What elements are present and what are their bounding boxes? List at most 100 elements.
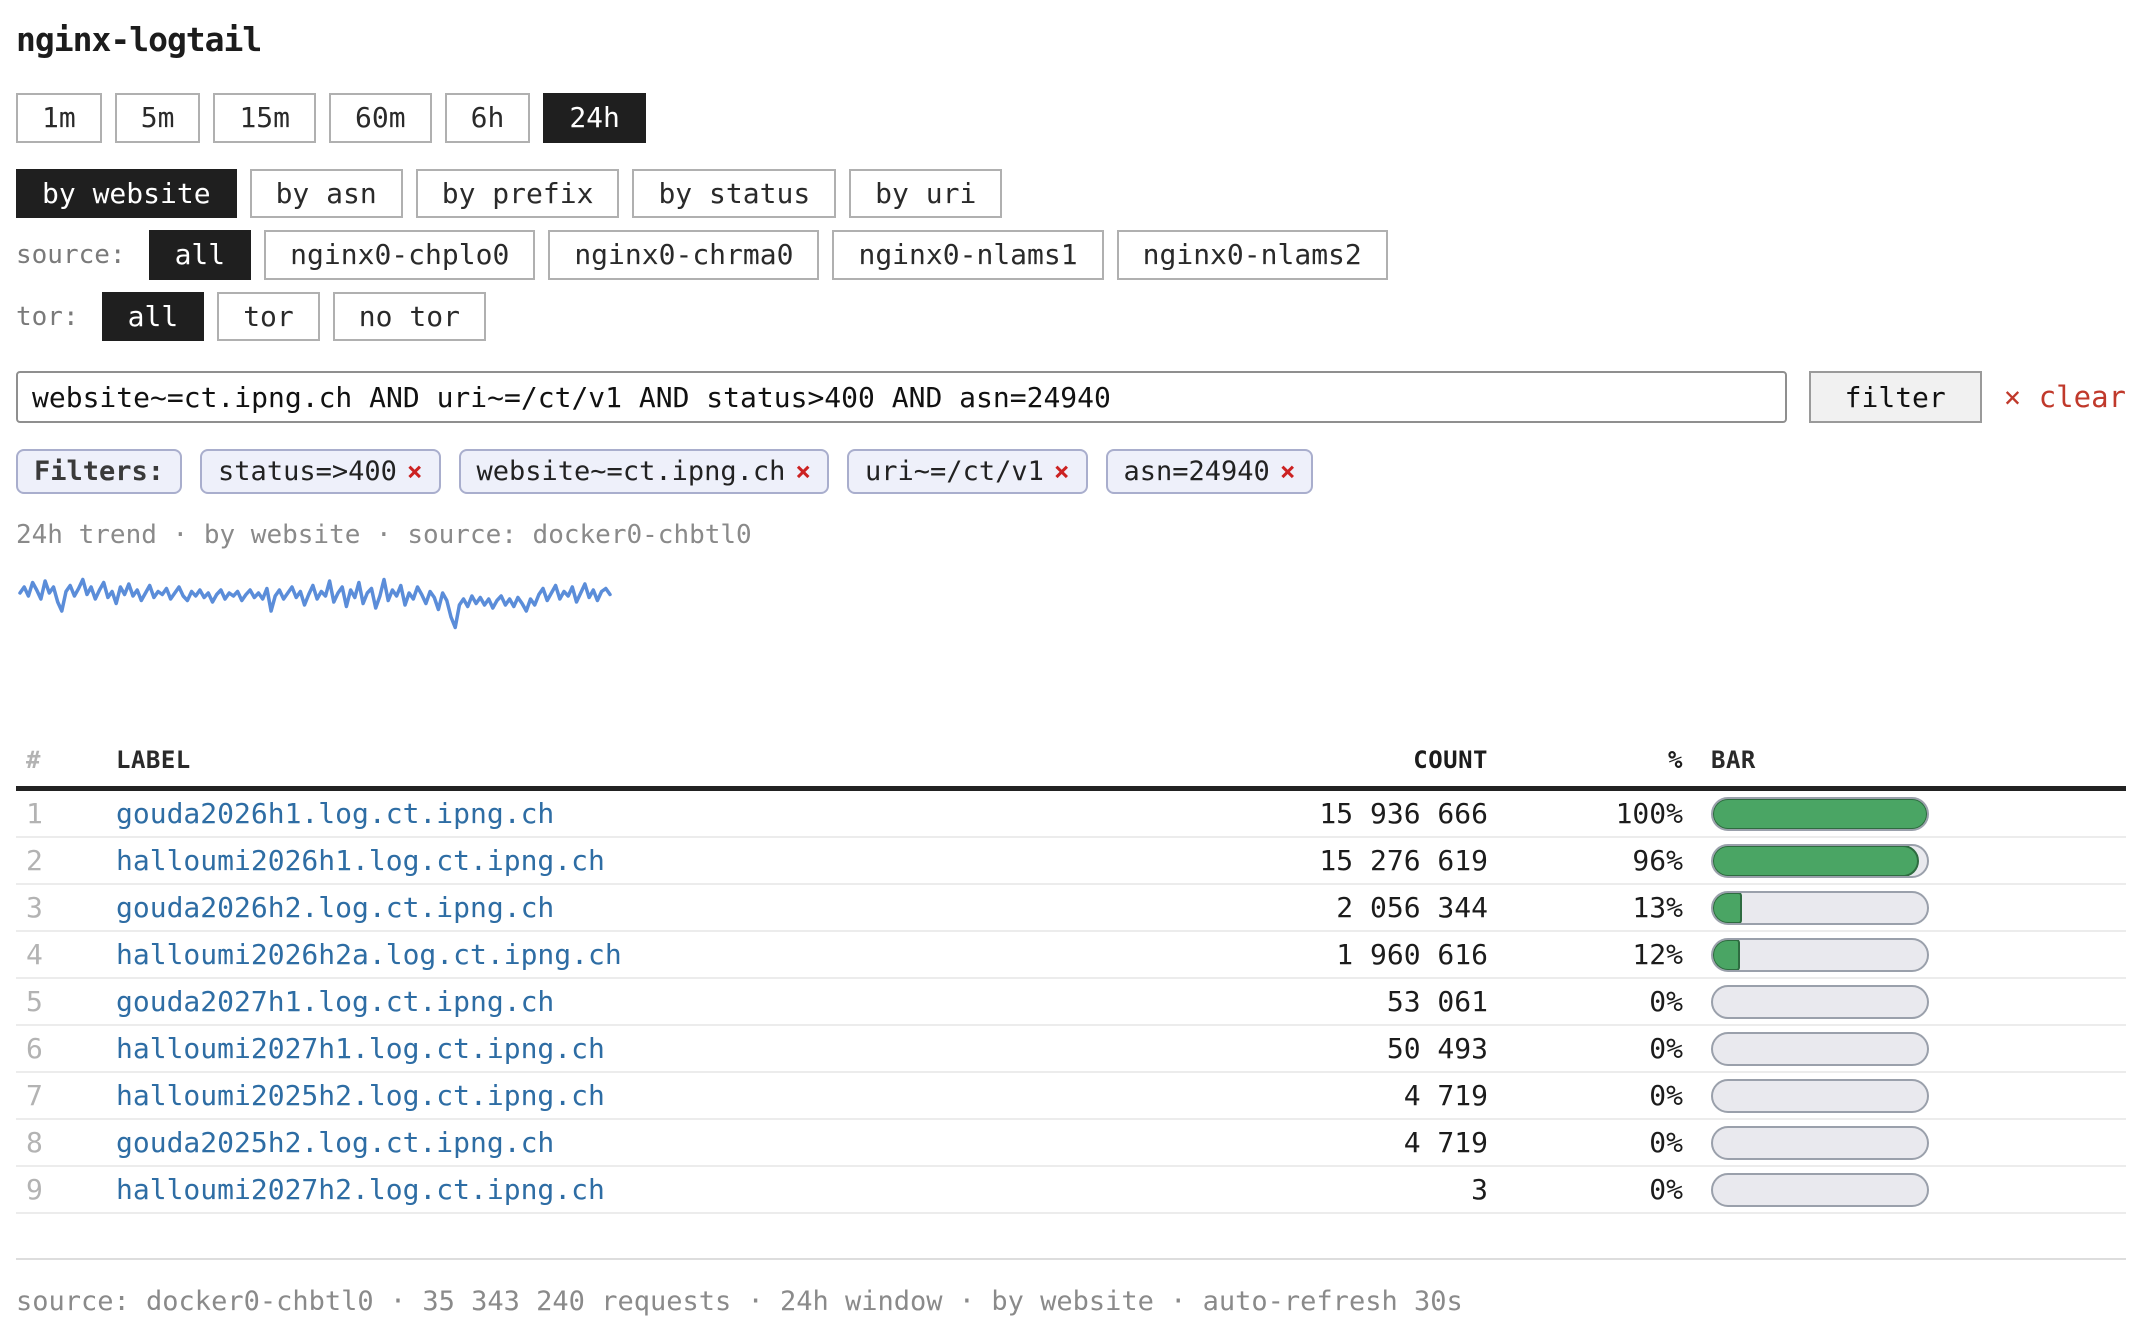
row-count: 53 061 (1148, 985, 1488, 1018)
table-row: 3gouda2026h2.log.ct.ipng.ch 2 056 34413% (16, 885, 2126, 932)
time-range-button-6h[interactable]: 6h (445, 93, 531, 143)
row-rank: 3 (16, 891, 116, 924)
row-rank: 8 (16, 1126, 116, 1159)
filter-bar: filter × clear (16, 371, 2126, 423)
time-range-button-24h[interactable]: 24h (543, 93, 646, 143)
page-title: nginx-logtail (16, 20, 2126, 59)
time-range-button-60m[interactable]: 60m (329, 93, 432, 143)
row-label-link[interactable]: halloumi2026h2a.log.ct.ipng.ch (116, 938, 622, 971)
chip-remove-icon[interactable]: × (1280, 457, 1296, 487)
group-by-button-by-website[interactable]: by website (16, 169, 237, 219)
row-count: 2 056 344 (1148, 891, 1488, 924)
source-label: source: (16, 240, 126, 270)
tor-button-tor[interactable]: tor (217, 292, 320, 342)
row-rank: 7 (16, 1079, 116, 1112)
tor-button-no-tor[interactable]: no tor (333, 292, 486, 342)
table-row: 4halloumi2026h2a.log.ct.ipng.ch1 960 616… (16, 932, 2126, 979)
table-header-count: COUNT (1148, 740, 1488, 774)
row-bar (1711, 985, 1929, 1019)
row-pct: 0% (1488, 1079, 1683, 1112)
group-by-button-by-status[interactable]: by status (632, 169, 836, 219)
group-by-group: by website by asn by prefixby status by uri (16, 169, 2126, 219)
table-header-bar: BAR (1683, 740, 2126, 774)
row-pct: 12% (1488, 938, 1683, 971)
group-by-button-by-prefix[interactable]: by prefix (416, 169, 620, 219)
source-button-nginx0-chrma0[interactable]: nginx0-chrma0 (548, 230, 819, 280)
row-rank: 4 (16, 938, 116, 971)
time-range-button-5m[interactable]: 5m (115, 93, 201, 143)
table-body: 1gouda2026h1.log.ct.ipng.ch15 936 666100… (16, 791, 2126, 1214)
table-row: 2halloumi2026h1.log.ct.ipng.ch 15 276 619… (16, 838, 2126, 885)
chip-remove-icon[interactable]: × (1054, 457, 1070, 487)
row-pct: 96% (1488, 844, 1683, 877)
source-button-nginx0-chplo0[interactable]: nginx0-chplo0 (264, 230, 535, 280)
time-range-button-15m[interactable]: 15m (213, 93, 316, 143)
row-rank: 6 (16, 1032, 116, 1065)
row-rank: 1 (16, 797, 116, 830)
active-filters-row: Filters: status=>400×website~=ct.ipng.ch… (16, 449, 2126, 494)
row-pct: 13% (1488, 891, 1683, 924)
source-button-all[interactable]: all (149, 230, 252, 280)
row-count: 3 (1148, 1173, 1488, 1206)
row-bar (1711, 938, 1929, 972)
row-label-link[interactable]: gouda2025h2.log.ct.ipng.ch (116, 1126, 554, 1159)
table-row: 9halloumi2027h2.log.ct.ipng.ch30% (16, 1167, 2126, 1214)
filter-chip: asn=24940× (1106, 449, 1314, 494)
bar-fill (1712, 845, 1919, 877)
table-header-pct: % (1488, 740, 1683, 774)
row-label-link[interactable]: halloumi2026h1.log.ct.ipng.ch (116, 844, 605, 877)
row-rank: 2 (16, 844, 116, 877)
filter-chip: uri~=/ct/v1× (847, 449, 1087, 494)
row-bar (1711, 891, 1929, 925)
row-pct: 0% (1488, 985, 1683, 1018)
results-table: # LABEL COUNT % BAR 1gouda2026h1.log.ct.… (16, 740, 2126, 1214)
row-bar (1711, 1032, 1929, 1066)
filter-submit-button[interactable]: filter (1809, 371, 1982, 423)
row-label-link[interactable]: halloumi2027h1.log.ct.ipng.ch (116, 1032, 605, 1065)
bar-fill (1712, 892, 1742, 924)
row-rank: 5 (16, 985, 116, 1018)
row-bar (1711, 1079, 1929, 1113)
row-bar (1711, 797, 1929, 831)
row-count: 4 719 (1148, 1079, 1488, 1112)
chip-remove-icon[interactable]: × (795, 457, 811, 487)
table-row: 8gouda2025h2.log.ct.ipng.ch 4 7190% (16, 1120, 2126, 1167)
filter-chip: website~=ct.ipng.ch× (459, 449, 830, 494)
row-pct: 0% (1488, 1173, 1683, 1206)
sparkline-chart (16, 564, 616, 642)
table-row: 5gouda2027h1.log.ct.ipng.ch 53 0610% (16, 979, 2126, 1026)
tor-label: tor: (16, 302, 79, 332)
row-label-link[interactable]: halloumi2027h2.log.ct.ipng.ch (116, 1173, 605, 1206)
row-pct: 0% (1488, 1126, 1683, 1159)
table-header-row: # LABEL COUNT % BAR (16, 740, 2126, 791)
tor-button-all[interactable]: all (102, 292, 205, 342)
filters-label-chip: Filters: (16, 449, 182, 494)
time-range-button-1m[interactable]: 1m (16, 93, 102, 143)
table-header-label: LABEL (116, 740, 1148, 774)
row-label-link[interactable]: gouda2026h2.log.ct.ipng.ch (116, 891, 554, 924)
group-by-button-by-uri[interactable]: by uri (849, 169, 1002, 219)
row-label-link[interactable]: gouda2027h1.log.ct.ipng.ch (116, 985, 554, 1018)
trend-caption: 24h trend · by website · source: docker0… (16, 520, 2126, 550)
row-label-link[interactable]: gouda2026h1.log.ct.ipng.ch (116, 797, 554, 830)
row-count: 4 719 (1148, 1126, 1488, 1159)
table-header-rank: # (16, 740, 116, 774)
bar-fill (1712, 798, 1928, 830)
filter-query-input[interactable] (16, 371, 1787, 423)
clear-filters-link[interactable]: × clear (2004, 371, 2126, 423)
time-range-group: 1m 5m15m 60m 6h24h (16, 93, 2126, 143)
row-pct: 100% (1488, 797, 1683, 830)
source-filter-group: source: allnginx0-chplo0 nginx0-chrma0 ngi… (16, 230, 2126, 280)
group-by-button-by-asn[interactable]: by asn (250, 169, 403, 219)
chip-remove-icon[interactable]: × (407, 457, 423, 487)
row-bar (1711, 1173, 1929, 1207)
filter-chip-text: status=>400 (218, 456, 397, 487)
trend-sparkline (16, 564, 2126, 644)
source-button-nginx0-nlams2[interactable]: nginx0-nlams2 (1117, 230, 1388, 280)
row-label-link[interactable]: halloumi2025h2.log.ct.ipng.ch (116, 1079, 605, 1112)
row-pct: 0% (1488, 1032, 1683, 1065)
filter-chip: status=>400 × (200, 449, 440, 494)
source-button-nginx0-nlams1[interactable]: nginx0-nlams1 (832, 230, 1103, 280)
row-count: 15 276 619 (1148, 844, 1488, 877)
filters-label: Filters: (34, 456, 164, 487)
